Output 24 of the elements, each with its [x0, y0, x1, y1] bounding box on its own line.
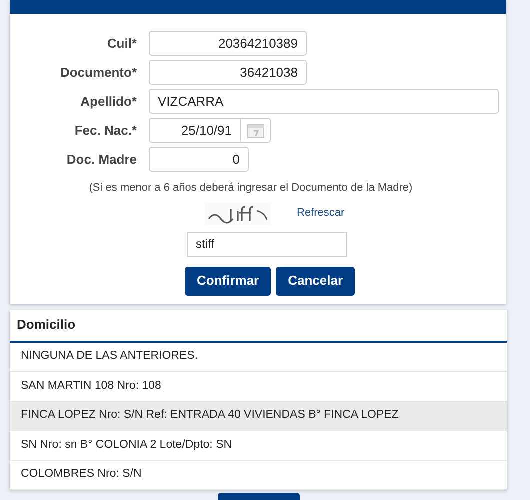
form-button[interactable]: Confirmar: [185, 266, 272, 296]
input-field[interactable]: VIZCARRA: [149, 89, 499, 114]
input-field[interactable]: 0: [149, 147, 249, 172]
form-button[interactable]: Cancelar: [276, 266, 356, 296]
address-row[interactable]: SN Nro: sn B° COLONIA 2 Lote/Dpto: SN: [10, 431, 507, 460]
refresh-link[interactable]: Refrescar: [297, 205, 345, 222]
input-field[interactable]: 20364210389: [149, 31, 307, 56]
date-field[interactable]: 25/10/91: [149, 118, 241, 143]
section-title: Domicilio: [17, 316, 76, 334]
address-row[interactable]: COLOMBRES Nro: S/N: [10, 460, 507, 490]
hint-text: (Si es menor a 6 años deberá ingresar el Documento de la Madre): [88, 181, 414, 196]
address-row[interactable]: FINCA LOPEZ Nro: S/N Ref: ENTRADA 40 VIVIENDAS B° FINCA LOPEZ: [10, 402, 507, 431]
field-label: Doc. Madre: [66, 150, 137, 169]
field-label: Cuil*: [106, 34, 137, 53]
bottom-button[interactable]: [218, 493, 300, 500]
calendar-button[interactable]: [241, 118, 271, 143]
field-label: Apellido*: [80, 92, 137, 111]
captcha-field[interactable]: stiff: [187, 232, 347, 256]
field-label: Documento*: [59, 64, 137, 82]
field-label: Fec. Nac.*: [74, 122, 137, 140]
address-row[interactable]: SAN MARTIN 108 Nro: 108: [10, 372, 507, 402]
calendar-icon: [246, 122, 264, 138]
address-row[interactable]: NINGUNA DE LAS ANTERIORES.: [10, 342, 507, 372]
input-field[interactable]: 36421038: [149, 60, 307, 85]
